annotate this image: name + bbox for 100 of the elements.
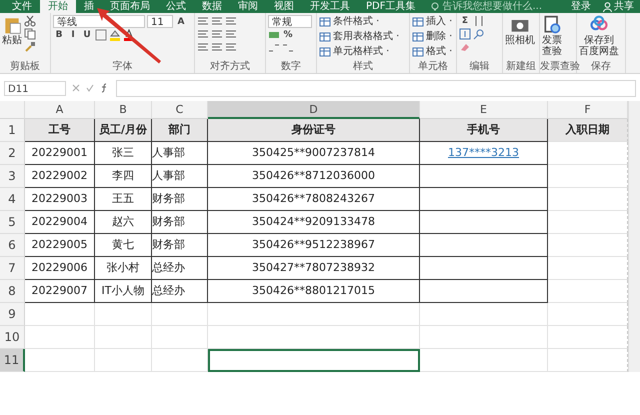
tell-me-field[interactable]: 告诉我您想要做什么... xyxy=(431,0,542,13)
table-icon xyxy=(412,16,424,28)
row-header[interactable]: 9 xyxy=(0,303,25,326)
group-label: 样式 xyxy=(352,61,374,73)
align-icon xyxy=(211,15,223,27)
cell-button[interactable]: 格式 · xyxy=(412,45,452,59)
name-box[interactable]: D11 xyxy=(4,80,66,96)
align-icon xyxy=(211,28,223,40)
font-size-field[interactable]: 11 xyxy=(147,15,173,28)
percent-button[interactable]: % xyxy=(282,29,294,41)
row-header[interactable]: 8 xyxy=(0,280,25,303)
table-cell: 赵六 xyxy=(95,211,152,234)
table-cell xyxy=(25,303,95,326)
table-cell: 20229005 xyxy=(25,234,95,257)
style-button[interactable]: 单元格样式 · xyxy=(319,45,400,59)
ribbon-tab[interactable]: 插 xyxy=(76,0,102,13)
style-button[interactable]: 条件格式 · xyxy=(319,15,400,29)
row-header[interactable]: 2 xyxy=(0,142,25,165)
ribbon-tab[interactable]: 公式 xyxy=(158,0,194,13)
fill-color-icon xyxy=(109,29,121,41)
table-cell xyxy=(25,349,95,372)
group-label: 字体 xyxy=(112,61,134,73)
table-cell xyxy=(152,303,208,326)
fill-icon xyxy=(459,28,471,40)
ribbon-tab[interactable]: 数据 xyxy=(194,0,230,13)
row-header[interactable]: 3 xyxy=(0,165,25,188)
table-cell: 20229003 xyxy=(25,188,95,211)
table-icon xyxy=(319,16,331,28)
column-header[interactable]: E xyxy=(420,101,548,119)
ribbon-tab[interactable]: 开发工具 xyxy=(302,0,358,13)
cancel-icon[interactable] xyxy=(72,84,80,92)
table-cell xyxy=(152,326,208,349)
align-icon xyxy=(225,15,237,27)
header-cell: 身份证号 xyxy=(208,119,420,142)
table-cell xyxy=(152,349,208,372)
grow-font-button[interactable]: A xyxy=(175,16,187,28)
copy-icon xyxy=(24,28,36,40)
row-header[interactable]: 1 xyxy=(0,119,25,142)
row-header[interactable]: 6 xyxy=(0,234,25,257)
column-header[interactable]: D xyxy=(208,101,420,119)
select-all-corner[interactable] xyxy=(0,101,25,119)
table-cell: 350426**8801217015 xyxy=(208,280,420,303)
underline-button[interactable]: U xyxy=(81,29,93,41)
style-button[interactable]: 套用表格格式 · xyxy=(319,30,400,44)
save-to-cloud-button[interactable]: 保存到 百度网盘 xyxy=(579,15,619,57)
table-cell: 350427**7807238932 xyxy=(208,257,420,280)
header-cell: 手机号 xyxy=(420,119,548,142)
phone-link[interactable]: 137****3213 xyxy=(448,146,519,159)
table-cell: 财务部 xyxy=(152,211,208,234)
italic-button[interactable]: I xyxy=(67,29,79,41)
table-cell: 20229004 xyxy=(25,211,95,234)
vertical-scrollbar[interactable] xyxy=(628,101,640,372)
share-button[interactable]: 共享 xyxy=(597,0,640,13)
cell-button[interactable]: 删除 · xyxy=(412,30,452,44)
camera-button[interactable]: 照相机 xyxy=(505,15,535,46)
header-cell: 工号 xyxy=(25,119,95,142)
currency-icon xyxy=(268,29,280,41)
group-label: 对齐方式 xyxy=(209,61,251,73)
table-cell: 350426**7808243267 xyxy=(208,188,420,211)
check-icon[interactable] xyxy=(86,84,94,92)
row-header[interactable]: 5 xyxy=(0,211,25,234)
sum-button[interactable]: Σ xyxy=(459,15,471,27)
row-header[interactable]: 11 xyxy=(0,349,25,372)
group-label: 新建组 xyxy=(505,61,537,73)
table-cell xyxy=(25,326,95,349)
align-icon xyxy=(211,41,223,53)
ribbon-tab[interactable]: PDF工具集 xyxy=(358,0,424,13)
table-cell: 李四 xyxy=(95,165,152,188)
table-cell: 人事部 xyxy=(152,165,208,188)
align-icon xyxy=(225,28,237,40)
column-header[interactable]: B xyxy=(95,101,152,119)
ribbon-tab[interactable]: 开始 xyxy=(40,0,76,13)
bold-button[interactable]: B xyxy=(53,29,65,41)
table-cell: 财务部 xyxy=(152,234,208,257)
table-cell: 黄七 xyxy=(95,234,152,257)
row-header[interactable]: 4 xyxy=(0,188,25,211)
table-cell: 350424**9209133478 xyxy=(208,211,420,234)
group-label: 数字 xyxy=(280,61,302,73)
ribbon-tab[interactable]: 视图 xyxy=(266,0,302,13)
column-header[interactable]: C xyxy=(152,101,208,119)
formula-input[interactable] xyxy=(116,80,636,96)
table-cell: 财务部 xyxy=(152,188,208,211)
font-name-field[interactable]: 等线 xyxy=(53,15,145,28)
column-header[interactable]: F xyxy=(548,101,628,119)
column-header[interactable]: A xyxy=(25,101,95,119)
row-header[interactable]: 10 xyxy=(0,326,25,349)
ribbon-tab[interactable]: 审阅 xyxy=(230,0,266,13)
ribbon-tab[interactable]: 页面布局 xyxy=(102,0,158,13)
row-header[interactable]: 7 xyxy=(0,257,25,280)
invoice-check-button[interactable]: 发票 查验 xyxy=(542,15,562,57)
number-format-field[interactable]: 常规 xyxy=(268,15,312,28)
table-icon xyxy=(319,46,331,58)
group-label: 编辑 xyxy=(468,61,490,73)
group-label: 单元格 xyxy=(417,61,449,73)
table-cell: 20229007 xyxy=(25,280,95,303)
table-cell: 350425**9007237814 xyxy=(208,142,420,165)
login-link[interactable]: 登录 xyxy=(565,0,597,13)
paste-button[interactable]: 粘贴 xyxy=(2,15,22,46)
cell-button[interactable]: 插入 · xyxy=(412,15,452,29)
ribbon-tab[interactable]: 文件 xyxy=(4,0,40,13)
